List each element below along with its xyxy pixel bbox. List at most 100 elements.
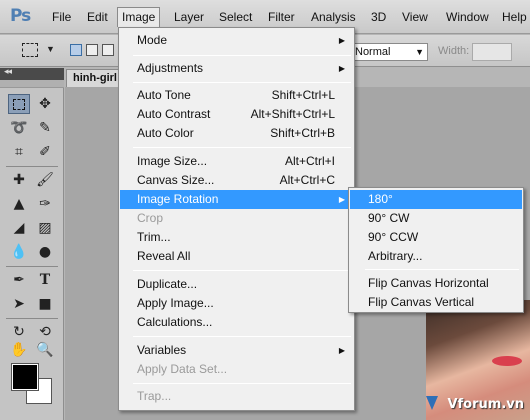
menu-item-label: Mode <box>137 33 168 47</box>
menu-analysis[interactable]: Analysis <box>307 7 360 27</box>
menu-item-auto-color[interactable]: Auto Color Shift+Ctrl+B <box>120 124 353 143</box>
menu-item-crop: Crop <box>120 209 353 228</box>
menu-item-adjustments[interactable]: Adjustments ▶ <box>120 59 353 78</box>
menu-select[interactable]: Select <box>215 7 256 27</box>
menu-separator <box>133 383 351 384</box>
submenu-item-180[interactable]: 180° <box>350 190 522 209</box>
menu-item-shortcut: Shift+Ctrl+B <box>270 126 335 140</box>
rectangle-shape-tool-icon[interactable]: ■ <box>34 294 56 314</box>
menu-item-label: Apply Image... <box>137 296 214 310</box>
foreground-color-swatch[interactable] <box>11 363 39 391</box>
chevron-down-icon: ▼ <box>415 47 424 57</box>
dodge-tool-icon[interactable]: ● <box>34 242 56 262</box>
menu-3d[interactable]: 3D <box>367 7 390 27</box>
menu-view[interactable]: View <box>398 7 432 27</box>
menu-image[interactable]: Image <box>117 7 161 27</box>
subtract-selection-icon[interactable] <box>102 44 114 56</box>
zoom-tool-icon[interactable]: 🔍 <box>34 340 56 360</box>
menu-item-apply-image[interactable]: Apply Image... <box>120 294 353 313</box>
menu-item-trim[interactable]: Trim... <box>120 228 353 247</box>
menu-item-variables[interactable]: Variables ▶ <box>120 341 353 360</box>
blur-tool-icon[interactable]: 💧 <box>8 242 30 262</box>
tools-drag-handle[interactable] <box>0 80 64 88</box>
eyedropper-tool-icon[interactable]: ✐ <box>34 142 56 162</box>
menu-item-reveal-all[interactable]: Reveal All <box>120 247 353 266</box>
submenu-item-flip-horizontal[interactable]: Flip Canvas Horizontal <box>350 274 522 293</box>
menu-help[interactable]: Help <box>498 7 530 27</box>
menu-separator <box>133 147 351 148</box>
menu-item-label: Auto Tone <box>137 88 191 102</box>
move-tool-icon[interactable]: ✥ <box>34 94 56 114</box>
menu-item-label: Auto Contrast <box>137 107 211 121</box>
menu-item-label: Calculations... <box>137 315 213 329</box>
menu-item-calculations[interactable]: Calculations... <box>120 313 353 332</box>
chevron-down-icon[interactable]: ▼ <box>46 44 55 54</box>
submenu-item-90-cw[interactable]: 90° CW <box>350 209 522 228</box>
menu-item-shortcut: Alt+Ctrl+C <box>279 173 335 187</box>
menu-file[interactable]: File <box>48 7 75 27</box>
submenu-item-arbitrary[interactable]: Arbitrary... <box>350 247 522 266</box>
menu-filter[interactable]: Filter <box>264 7 299 27</box>
tools-panel-header[interactable]: ◂◂ <box>0 66 64 80</box>
menu-layer[interactable]: Layer <box>170 7 208 27</box>
menu-window[interactable]: Window <box>442 7 493 27</box>
tools-panel: ◂◂ ✥ ➰ ✎ ⌗ ✐ ✚ 🖌 ▲ ✑ ◢ ▨ 💧 ● ✒ T ➤ ■ ↻ ⟲… <box>0 66 64 420</box>
lasso-tool-icon[interactable]: ➰ <box>8 118 30 138</box>
menu-item-auto-contrast[interactable]: Auto Contrast Alt+Shift+Ctrl+L <box>120 105 353 124</box>
photoshop-logo: Ps <box>10 6 31 26</box>
submenu-arrow-icon: ▶ <box>338 346 345 355</box>
spot-healing-tool-icon[interactable]: ✚ <box>8 170 30 190</box>
3d-orbit-tool-icon[interactable]: ⟲ <box>34 322 56 342</box>
type-tool-icon[interactable]: T <box>34 270 56 290</box>
new-selection-icon[interactable] <box>70 44 82 56</box>
path-selection-tool-icon[interactable]: ➤ <box>8 294 30 314</box>
menu-item-label: Crop <box>137 211 164 225</box>
menu-separator <box>365 269 519 270</box>
menu-item-label: Duplicate... <box>137 277 198 291</box>
tools-divider <box>6 266 58 267</box>
document-tab[interactable]: hinh-girl <box>66 69 126 87</box>
submenu-item-flip-vertical[interactable]: Flip Canvas Vertical <box>350 293 522 312</box>
eraser-tool-icon[interactable]: ◢ <box>8 218 30 238</box>
submenu-item-90-ccw[interactable]: 90° CCW <box>350 228 522 247</box>
menu-item-canvas-size[interactable]: Canvas Size... Alt+Ctrl+C <box>120 171 353 190</box>
quick-selection-tool-icon[interactable]: ✎ <box>34 118 56 138</box>
marquee-preset-icon[interactable] <box>22 43 38 57</box>
menu-item-label: Apply Data Set... <box>137 362 228 376</box>
submenu-arrow-icon: ▶ <box>338 195 345 204</box>
menu-item-label: Image Rotation <box>137 192 219 206</box>
history-brush-tool-icon[interactable]: ✑ <box>34 194 56 214</box>
menu-item-trap: Trap... <box>120 387 353 406</box>
menu-separator <box>133 270 351 271</box>
menu-item-apply-data-set: Apply Data Set... <box>120 360 353 379</box>
menu-edit[interactable]: Edit <box>83 7 112 27</box>
3d-rotate-tool-icon[interactable]: ↻ <box>8 322 30 342</box>
clone-stamp-tool-icon[interactable]: ▲ <box>8 194 30 214</box>
watermark-text: Vforum.vn <box>447 397 524 412</box>
menu-item-duplicate[interactable]: Duplicate... <box>120 275 353 294</box>
photo-image: Vforum.vn <box>426 300 530 420</box>
menu-item-shortcut: Alt+Ctrl+I <box>284 154 335 168</box>
brush-tool-icon[interactable]: 🖌 <box>34 170 56 190</box>
collapse-arrows-icon[interactable]: ◂◂ <box>4 66 12 77</box>
tools-divider <box>6 166 58 167</box>
menu-separator <box>133 82 351 83</box>
menu-separator <box>133 336 351 337</box>
width-field[interactable] <box>472 43 512 61</box>
menu-item-image-rotation[interactable]: Image Rotation ▶ <box>120 190 353 209</box>
submenu-arrow-icon: ▶ <box>338 36 345 45</box>
rectangular-marquee-tool-icon[interactable] <box>8 94 30 114</box>
menu-item-label: Canvas Size... <box>137 173 215 187</box>
width-label: Width: <box>438 45 470 57</box>
crop-tool-icon[interactable]: ⌗ <box>8 142 30 162</box>
add-selection-icon[interactable] <box>86 44 98 56</box>
menu-item-label: Adjustments <box>137 61 204 75</box>
menu-item-shortcut: Shift+Ctrl+L <box>271 88 335 102</box>
menu-item-image-size[interactable]: Image Size... Alt+Ctrl+I <box>120 152 353 171</box>
hand-tool-icon[interactable]: ✋ <box>8 340 30 360</box>
menu-item-auto-tone[interactable]: Auto Tone Shift+Ctrl+L <box>120 86 353 105</box>
gradient-tool-icon[interactable]: ▨ <box>34 218 56 238</box>
pen-tool-icon[interactable]: ✒ <box>8 270 30 290</box>
menu-item-mode[interactable]: Mode ▶ <box>120 31 353 50</box>
style-select[interactable]: Normal ▼ <box>350 43 428 61</box>
